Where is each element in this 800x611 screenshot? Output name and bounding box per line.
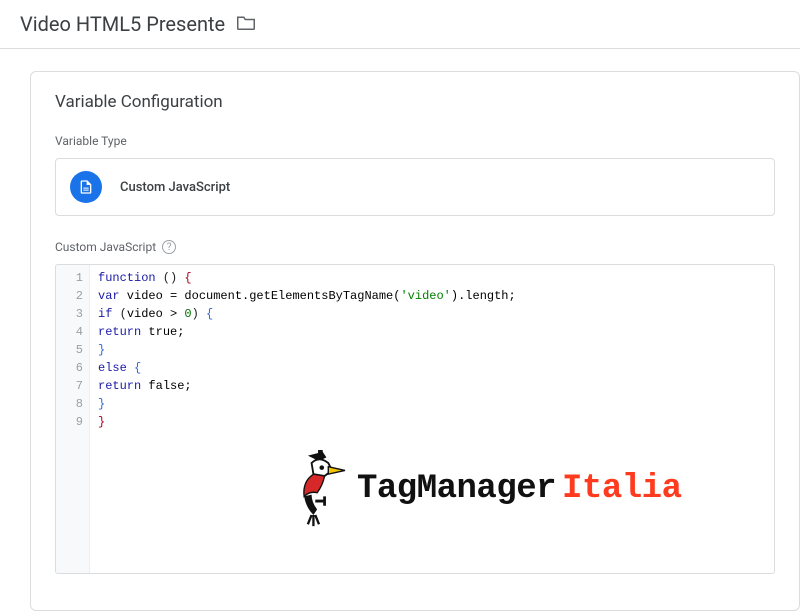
variable-type-label: Variable Type <box>55 134 775 148</box>
custom-js-icon <box>70 171 102 203</box>
variable-config-panel: Variable Configuration Variable Type Cus… <box>30 71 800 611</box>
panel-container: Variable Configuration Variable Type Cus… <box>0 49 800 611</box>
variable-type-name: Custom JavaScript <box>120 180 230 195</box>
code-editor[interactable]: 1 2 3 4 5 6 7 8 9 function () { var vide… <box>55 264 775 574</box>
help-icon[interactable]: ? <box>162 240 176 254</box>
line-gutter: 1 2 3 4 5 6 7 8 9 <box>56 265 90 573</box>
section-title: Variable Configuration <box>55 92 775 112</box>
code-area[interactable]: function () { var video = document.getEl… <box>90 265 774 573</box>
variable-type-selector[interactable]: Custom JavaScript <box>55 158 775 216</box>
folder-icon[interactable] <box>237 15 255 34</box>
page-title: Video HTML5 Presente <box>20 12 225 36</box>
code-editor-label: Custom JavaScript ? <box>55 240 775 254</box>
header-bar: Video HTML5 Presente <box>0 0 800 49</box>
